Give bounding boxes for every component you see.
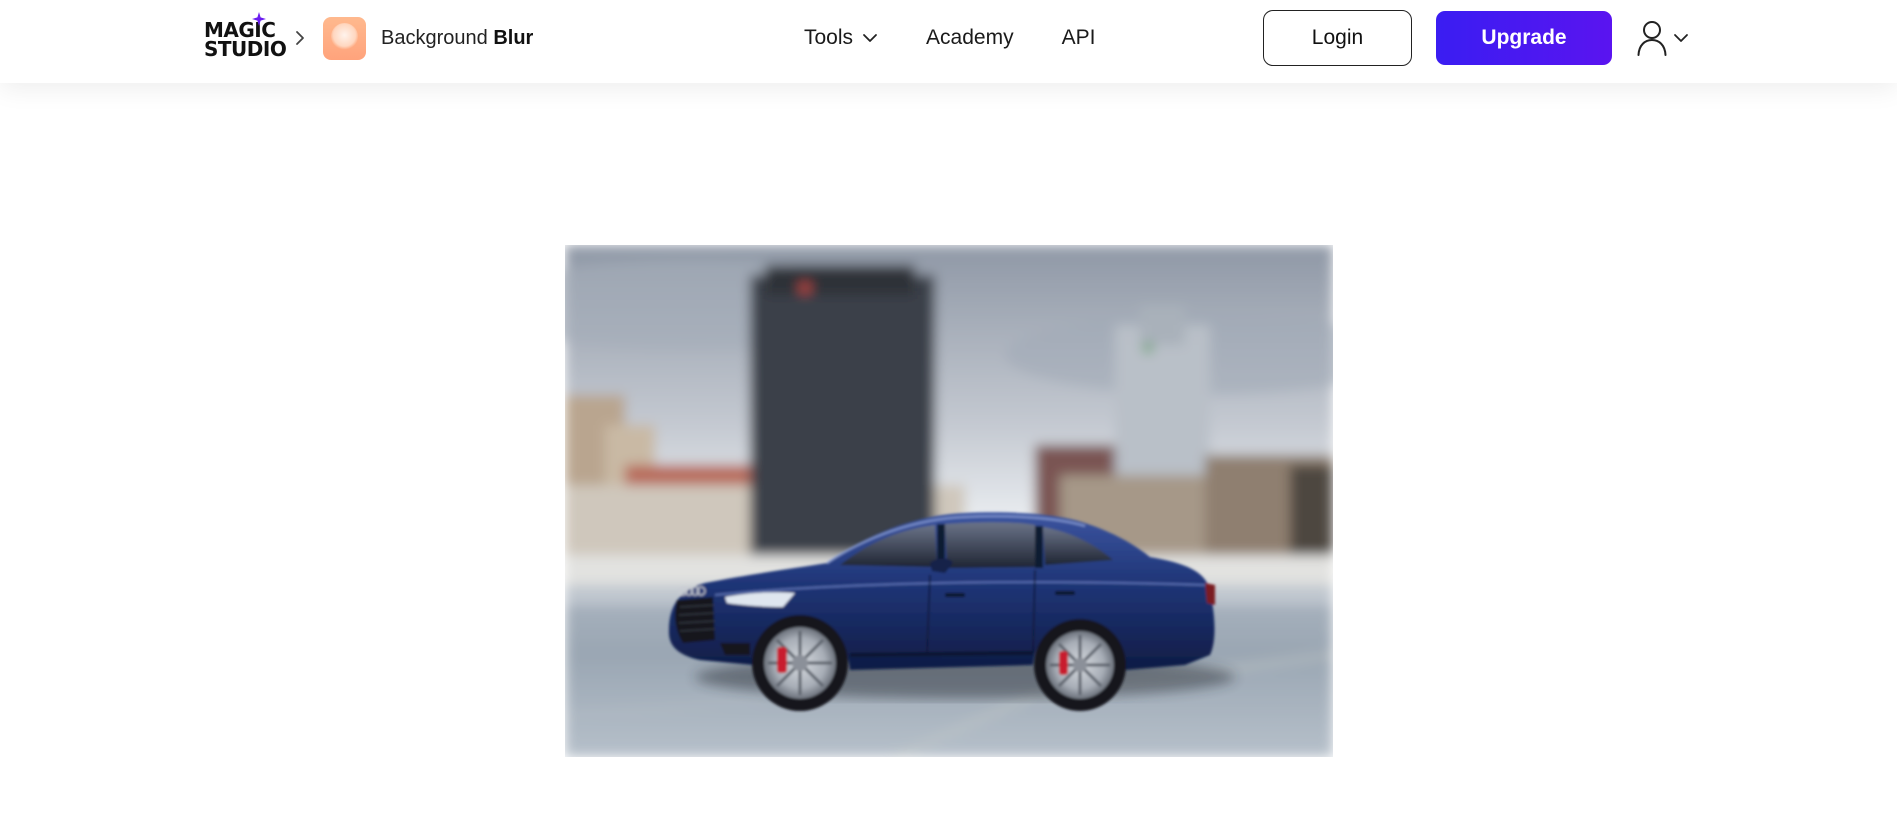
app-name-regular: Background [381,26,488,49]
nav-academy-link[interactable]: Academy [926,26,1014,50]
account-menu[interactable] [1637,20,1689,56]
login-button[interactable]: Login [1263,10,1412,66]
nav-api-label: API [1061,26,1096,49]
chevron-down-icon [863,34,877,42]
logo-text-line2: STUDIO [204,37,287,61]
nav-tools-dropdown[interactable]: Tools [804,26,878,50]
main-nav: Tools Academy API [804,22,1095,54]
background-blur-app-icon[interactable] [323,16,366,60]
nav-tools-label: Tools [804,26,854,49]
app-name: Background Blur [381,27,533,50]
upgrade-button[interactable]: Upgrade [1436,11,1612,65]
chevron-down-icon [1674,34,1688,42]
blurred-background-car-photo[interactable] [565,245,1333,757]
brand-breadcrumb: MAGIC STUDIO Background Blur [204,12,533,62]
sparkle-icon [252,12,266,26]
chevron-right-icon [296,31,304,45]
magic-studio-logo[interactable]: MAGIC STUDIO [204,12,287,62]
user-icon [1637,21,1667,56]
car-photo [565,245,1333,757]
top-navigation-bar: MAGIC STUDIO Background Blur Tools Acade… [0,0,1897,83]
nav-academy-label: Academy [926,26,1014,49]
nav-api-link[interactable]: API [1062,26,1096,50]
app-name-bold: Blur [493,26,534,49]
